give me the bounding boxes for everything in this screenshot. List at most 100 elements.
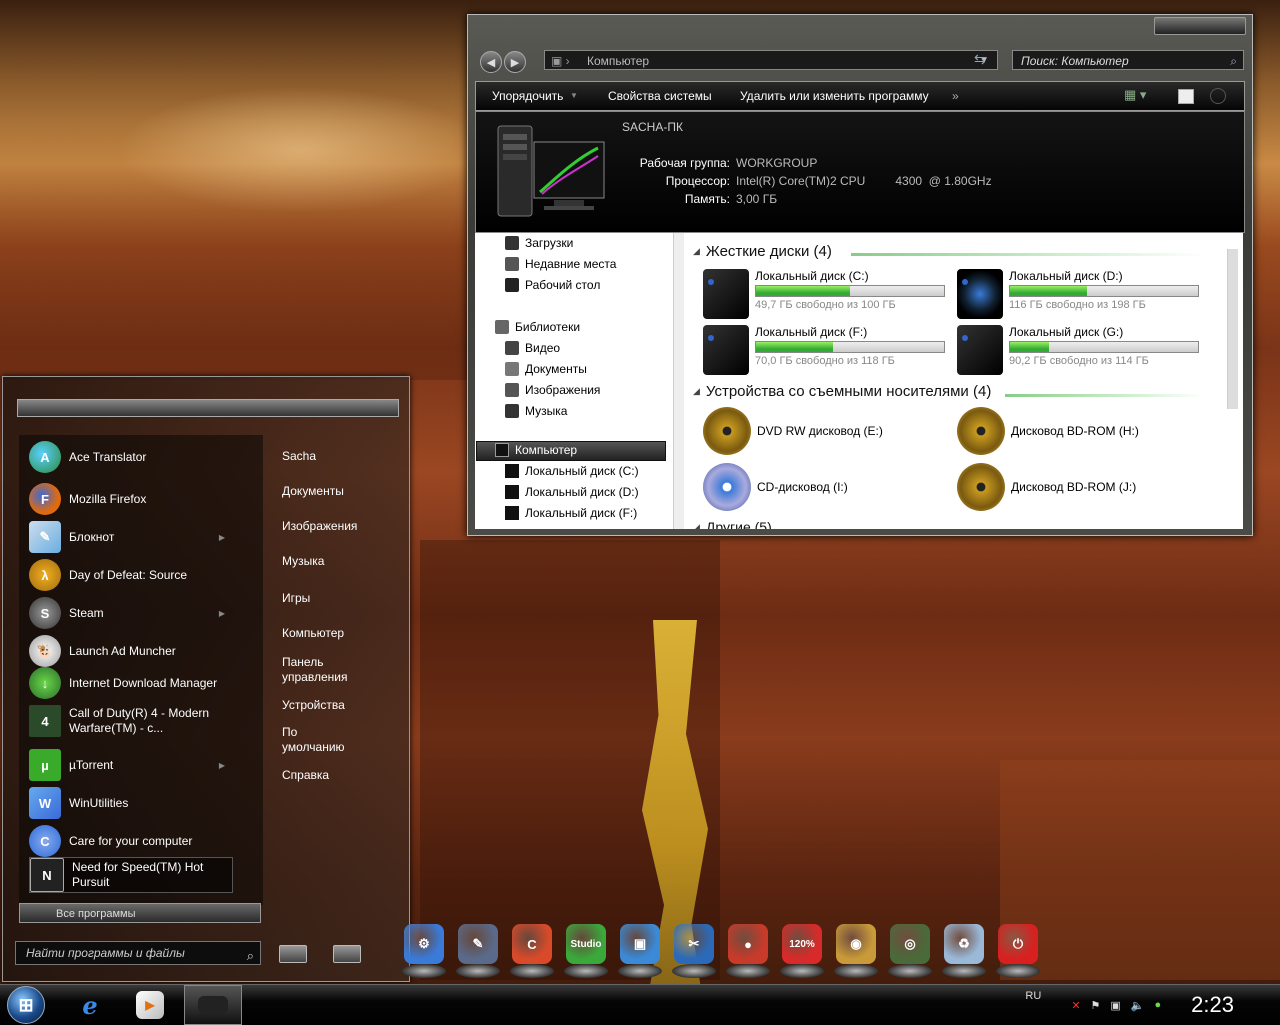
start-link-default-programs[interactable]: По умолчанию: [282, 725, 362, 755]
system-properties-button[interactable]: Свойства системы: [608, 89, 712, 103]
drive-f[interactable]: Локальный диск (F:) 70,0 ГБ свободно из …: [703, 325, 953, 375]
program-item-day-of-defeat[interactable]: λ Day of Defeat: Source: [29, 559, 261, 591]
taskbar-internet-explorer[interactable]: e: [66, 985, 114, 1025]
search-icon[interactable]: ⌕: [1230, 51, 1237, 71]
joystick-dock-item[interactable]: ●: [724, 924, 772, 978]
more-commands-button[interactable]: »: [952, 89, 959, 103]
power-dock-item[interactable]: ⏻: [994, 924, 1042, 978]
address-bar[interactable]: ▣ › Компьютер ▼: [544, 50, 998, 70]
start-search-input[interactable]: Найти программы и файлы ⌕: [15, 941, 261, 965]
nav-item-pictures[interactable]: Изображения: [505, 383, 600, 397]
nav-item-recent[interactable]: Недавние места: [505, 257, 616, 271]
organize-dropdown-icon[interactable]: ▼: [570, 91, 578, 100]
start-link-help[interactable]: Справка: [282, 768, 382, 783]
nav-item-computer[interactable]: Компьютер: [495, 443, 577, 457]
taskbar-media-player[interactable]: ▶: [126, 985, 174, 1025]
uninstall-program-button[interactable]: Удалить или изменить программу: [740, 89, 929, 103]
explorer-window[interactable]: ◀ ▶ ▣ › Компьютер ▼ ⇆ Поиск: Компьютер ⌕…: [467, 14, 1253, 536]
nav-pane-scrollbar[interactable]: [673, 233, 684, 529]
collapse-icon[interactable]: ◢: [693, 246, 700, 257]
disc-drive-e[interactable]: DVD RW дисковод (E:): [703, 407, 883, 455]
utility-dock-item[interactable]: ✂: [670, 924, 718, 978]
shutdown-button[interactable]: [279, 945, 307, 963]
bd-rom-icon: [957, 463, 1005, 511]
program-item-ace-translator[interactable]: A Ace Translator: [29, 441, 261, 473]
nav-item-disk-f[interactable]: Локальный диск (F:): [505, 506, 637, 520]
network-warning-icon[interactable]: ✕: [1071, 999, 1080, 1012]
nav-item-disk-c[interactable]: Локальный диск (C:): [505, 464, 639, 478]
drive-d[interactable]: Локальный диск (D:) 116 ГБ свободно из 1…: [957, 269, 1207, 319]
start-link-pictures[interactable]: Изображения: [282, 519, 382, 534]
downloads-icon: [505, 236, 519, 250]
hard-drives-header[interactable]: ◢ Жесткие диски (4): [693, 243, 832, 260]
shutdown-options-button[interactable]: [333, 945, 361, 963]
drive-g[interactable]: Локальный диск (G:) 90,2 ГБ свободно из …: [957, 325, 1207, 375]
program-item-care-for-computer[interactable]: C Care for your computer: [29, 825, 261, 857]
program-item-winutilities[interactable]: W WinUtilities: [29, 787, 261, 819]
program-item-need-for-speed[interactable]: N Need for Speed(TM) Hot Pursuit: [29, 857, 233, 893]
ccleaner-dock-item[interactable]: C: [508, 924, 556, 978]
content-scrollbar[interactable]: [1227, 249, 1238, 409]
collapse-icon[interactable]: ◢: [693, 522, 700, 530]
nav-item-video[interactable]: Видео: [505, 341, 560, 355]
removable-header[interactable]: ◢ Устройства со съемными носителями (4): [693, 383, 991, 400]
action-center-flag-icon[interactable]: ⚑: [1091, 999, 1101, 1012]
preview-pane-icon[interactable]: [1178, 89, 1194, 104]
photo-dock-item[interactable]: ▣: [616, 924, 664, 978]
submenu-arrow-icon[interactable]: ▶: [219, 533, 225, 542]
recycle-bin-dock-item[interactable]: ♻: [940, 924, 988, 978]
tools-dock-item[interactable]: ⚙: [400, 924, 448, 978]
program-item-utorrent[interactable]: µ µTorrent ▶: [29, 749, 261, 781]
clock[interactable]: 2:23: [1191, 992, 1234, 1018]
volume-icon[interactable]: 🔈: [1131, 999, 1145, 1012]
disc-burner-dock-item[interactable]: ◉: [832, 924, 880, 978]
studio-dock-item[interactable]: Studio: [562, 924, 610, 978]
network-icon[interactable]: ▣: [1110, 999, 1120, 1012]
search-icon[interactable]: ⌕: [247, 945, 254, 967]
alcohol-dock-item[interactable]: 120%: [778, 924, 826, 978]
nav-item-music[interactable]: Музыка: [505, 404, 567, 418]
nav-item-documents[interactable]: Документы: [505, 362, 587, 376]
program-item-call-of-duty[interactable]: 4 Call of Duty(R) 4 - Modern Warfare(TM) …: [29, 705, 261, 737]
design-dock-item[interactable]: ✎: [454, 924, 502, 978]
start-link-documents[interactable]: Документы: [282, 484, 382, 499]
start-link-computer[interactable]: Компьютер: [282, 626, 382, 641]
tray-app-icon[interactable]: ●: [1155, 999, 1162, 1011]
program-item-steam[interactable]: S Steam ▶: [29, 597, 261, 629]
start-link-devices[interactable]: Устройства: [282, 698, 382, 713]
start-user-name[interactable]: Sacha: [282, 449, 382, 464]
other-header[interactable]: ◢ Другие (5): [693, 519, 772, 529]
disc-drive-j[interactable]: Дисковод BD-ROM (J:): [957, 463, 1136, 511]
half-life-icon: λ: [29, 559, 61, 591]
program-item-notepad[interactable]: ✎ Блокнот ▶: [29, 521, 261, 553]
nav-item-libraries[interactable]: Библиотеки: [495, 320, 580, 334]
start-link-games[interactable]: Игры: [282, 591, 382, 606]
program-item-idm[interactable]: ↓ Internet Download Manager: [29, 667, 261, 699]
taskbar-explorer-window[interactable]: [184, 985, 242, 1025]
start-link-music[interactable]: Музыка: [282, 554, 382, 569]
nav-item-disk-d[interactable]: Локальный диск (D:): [505, 485, 639, 499]
program-item-firefox[interactable]: F Mozilla Firefox: [29, 483, 261, 515]
nav-item-desktop[interactable]: Рабочий стол: [505, 278, 600, 292]
forward-button[interactable]: ▶: [504, 51, 526, 73]
submenu-arrow-icon[interactable]: ▶: [219, 761, 225, 770]
help-icon[interactable]: [1210, 88, 1226, 104]
all-programs-button[interactable]: Все программы: [19, 903, 261, 923]
organize-button[interactable]: Упорядочить: [492, 89, 563, 103]
window-controls[interactable]: [1154, 17, 1246, 35]
explorer-search-input[interactable]: Поиск: Компьютер ⌕: [1012, 50, 1244, 70]
nav-item-downloads[interactable]: Загрузки: [505, 236, 573, 250]
disc-drive-h[interactable]: Дисковод BD-ROM (H:): [957, 407, 1139, 455]
back-button[interactable]: ◀: [480, 51, 502, 73]
collapse-icon[interactable]: ◢: [693, 386, 700, 397]
refresh-icon[interactable]: ⇆: [974, 51, 986, 68]
start-button[interactable]: ⊞: [2, 985, 50, 1025]
drive-c[interactable]: Локальный диск (C:) 49,7 ГБ свободно из …: [703, 269, 953, 319]
start-link-control-panel[interactable]: Панель управления: [282, 655, 362, 685]
network-dock-item[interactable]: ◎: [886, 924, 934, 978]
program-item-ad-muncher[interactable]: 🐮 Launch Ad Muncher: [29, 635, 261, 667]
view-options-icon[interactable]: ▦ ▾: [1124, 87, 1146, 103]
submenu-arrow-icon[interactable]: ▶: [219, 609, 225, 618]
language-indicator[interactable]: RU: [1025, 990, 1041, 1002]
disc-drive-i[interactable]: CD-дисковод (I:): [703, 463, 848, 511]
